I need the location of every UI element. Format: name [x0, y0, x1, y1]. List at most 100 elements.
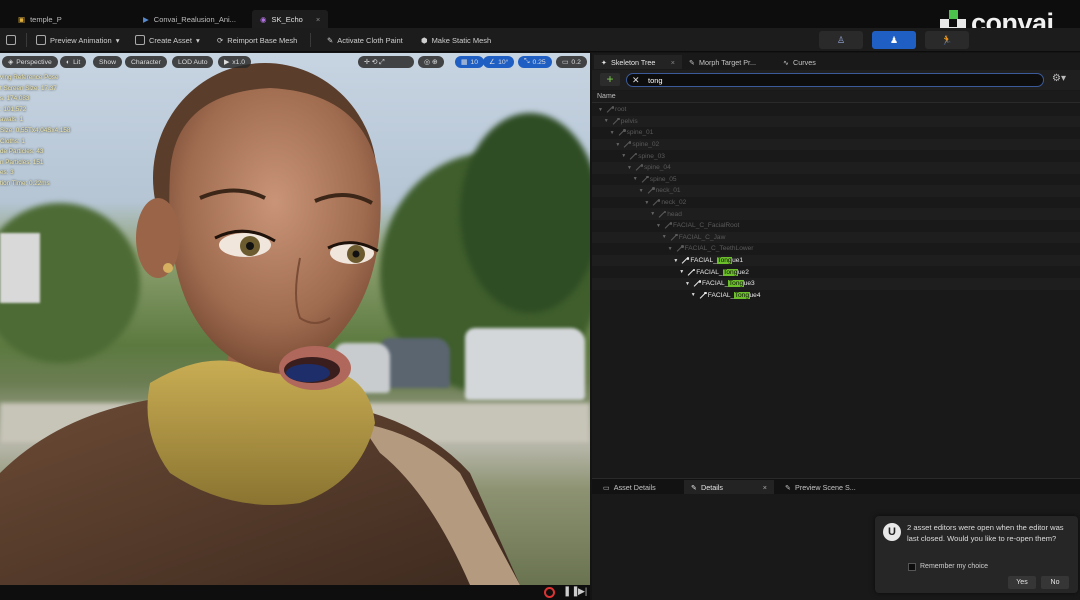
angle-snap-button[interactable]: ∠ 10°	[483, 56, 515, 68]
camera-speed-button[interactable]: ▭ 0.2	[556, 56, 587, 68]
activate-cloth-paint-button[interactable]: ✎ Activate Cloth Paint	[327, 33, 403, 47]
expand-arrow-icon[interactable]: ▼	[633, 176, 639, 182]
bone-node[interactable]: ▼ FACIAL_C_TeethLower	[668, 243, 754, 255]
expand-arrow-icon[interactable]: ▼	[673, 258, 679, 264]
next-frame-button[interactable]: ▶|	[578, 586, 587, 597]
tree-row[interactable]: ▼ spine_05	[592, 174, 1080, 186]
playback-speed-button[interactable]: ▶ x1.0	[218, 56, 252, 68]
expand-arrow-icon[interactable]: ▼	[662, 234, 668, 240]
create-asset-button[interactable]: Create Asset ▾	[135, 33, 200, 47]
stats-line: s: 174,083	[0, 95, 30, 103]
expand-arrow-icon[interactable]: ▼	[621, 153, 627, 159]
tree-row[interactable]: ▼ FACIAL_Tongue4	[592, 290, 1080, 302]
tab-curves[interactable]: ∿ Curves	[776, 55, 823, 69]
tree-row[interactable]: ▼ spine_01	[592, 127, 1080, 139]
tree-row[interactable]: ▼ pelvis	[592, 115, 1080, 128]
animation-mode-button[interactable]: 🏃	[925, 31, 969, 49]
bone-node[interactable]: ▼ spine_04	[627, 162, 671, 174]
tab-preview-scene-settings[interactable]: ✎ Preview Scene S...	[778, 480, 863, 494]
mesh-mode-button[interactable]: ♟	[872, 31, 916, 49]
tree-row[interactable]: ▼ root	[592, 104, 1080, 116]
scale-snap-button[interactable]: ⤡ 0.25	[518, 56, 552, 68]
lod-button[interactable]: LOD Auto	[172, 56, 214, 68]
show-button[interactable]: Show	[93, 56, 123, 68]
tab-asset-details[interactable]: ▭ Asset Details	[596, 480, 663, 494]
tab-sk-echo[interactable]: ◉ SK_Echo ×	[252, 10, 329, 28]
tab-skeleton-tree[interactable]: ✦ Skeleton Tree ×	[594, 55, 682, 69]
skeleton-mode-button[interactable]: ♙	[819, 31, 863, 49]
close-icon[interactable]: ×	[671, 58, 675, 67]
preview-animation-button[interactable]: Preview Animation ▾	[36, 33, 119, 47]
bone-node[interactable]: ▼ spine_05	[633, 174, 677, 186]
bone-node[interactable]: ▼ pelvis	[604, 116, 638, 128]
expand-arrow-icon[interactable]: ▼	[615, 142, 621, 148]
bone-label-suffix: ue4	[749, 291, 761, 299]
transform-tools[interactable]: ✛ ⟲ ⤢	[358, 56, 414, 68]
add-button[interactable]: +	[600, 73, 620, 86]
expand-arrow-icon[interactable]: ▼	[639, 188, 645, 194]
bone-node[interactable]: ▼ head	[650, 208, 682, 220]
viewport[interactable]: ◈ Perspective ◐ Lit Show Character LOD A…	[0, 53, 590, 585]
surface-snap-button[interactable]: ◎ ⊕	[418, 56, 444, 68]
clear-icon[interactable]: ✕	[632, 75, 644, 86]
expand-arrow-icon[interactable]: ▼	[610, 130, 616, 136]
bone-node[interactable]: ▼ spine_02	[615, 139, 659, 151]
no-button[interactable]: No	[1041, 576, 1069, 589]
tree-row[interactable]: ▼ head	[592, 208, 1080, 220]
tree-row[interactable]: ▼ neck_01	[592, 185, 1080, 197]
reimport-base-mesh-button[interactable]: ⟳ Reimport Base Mesh	[217, 33, 297, 47]
expand-arrow-icon[interactable]: ▼	[604, 118, 610, 124]
bone-node[interactable]: ▼ spine_01	[610, 127, 653, 139]
expand-arrow-icon[interactable]: ▼	[650, 211, 656, 217]
remember-checkbox[interactable]	[908, 563, 916, 571]
character-button[interactable]: Character	[125, 56, 167, 68]
tree-row[interactable]: ▼ FACIAL_C_TeethLower	[592, 243, 1080, 255]
save-button[interactable]	[6, 33, 16, 47]
tree-row[interactable]: ▼ FACIAL_C_Jaw	[592, 231, 1080, 244]
stats-line: ving Reference Pose	[0, 74, 59, 81]
search-input[interactable]: ✕ tong	[626, 73, 1044, 87]
tree-row[interactable]: ▼ FACIAL_C_FacialRoot	[592, 220, 1080, 232]
tree-row[interactable]: ▼ neck_02	[592, 197, 1080, 209]
tree-row[interactable]: ▼ spine_03	[592, 150, 1080, 162]
expand-arrow-icon[interactable]: ▼	[668, 246, 674, 252]
make-static-mesh-button[interactable]: ⬢ Make Static Mesh	[421, 33, 491, 47]
bone-node[interactable]: ▼ root	[598, 104, 626, 116]
tab-temple-p[interactable]: ▣ temple_P	[10, 10, 70, 28]
gear-icon[interactable]: ⚙▾	[1052, 73, 1066, 84]
tab-details[interactable]: ✎ Details ×	[684, 480, 774, 494]
grid-snap-button[interactable]: ▦ 10	[455, 56, 484, 68]
tab-morph-target-preview[interactable]: ✎ Morph Target Pr...	[682, 55, 763, 69]
expand-arrow-icon[interactable]: ▼	[644, 200, 650, 206]
yes-button[interactable]: Yes	[1008, 576, 1036, 589]
close-icon[interactable]: ×	[763, 483, 767, 492]
perspective-button[interactable]: ◈ Perspective	[2, 56, 58, 68]
tree-row[interactable]: ▼ FACIAL_Tongue3	[592, 278, 1080, 290]
preview-icon	[36, 35, 46, 45]
tree-row[interactable]: ▼ spine_04	[592, 162, 1080, 174]
expand-arrow-icon[interactable]: ▼	[679, 269, 685, 275]
bone-node[interactable]: ▼ neck_01	[639, 185, 681, 197]
expand-arrow-icon[interactable]: ▼	[656, 223, 662, 229]
tab-convai-animation[interactable]: ▶ Convai_Realusion_Ani...	[135, 10, 244, 28]
bone-label: head	[667, 211, 682, 218]
bone-node[interactable]: ▼ FACIAL_Tongue3	[685, 278, 755, 290]
tree-row[interactable]: ▼ spine_02	[592, 138, 1080, 151]
bone-node[interactable]: ▼ neck_02	[644, 197, 686, 209]
expand-arrow-icon[interactable]: ▼	[685, 281, 691, 287]
record-button[interactable]	[544, 587, 555, 598]
close-icon[interactable]: ×	[316, 15, 320, 24]
bone-node[interactable]: ▼ FACIAL_Tongue1	[673, 255, 743, 267]
bone-node[interactable]: ▼ FACIAL_Tongue2	[679, 266, 749, 278]
expand-arrow-icon[interactable]: ▼	[627, 165, 633, 171]
tab-label: Morph Target Pr...	[699, 57, 757, 67]
bone-node[interactable]: ▼ spine_03	[621, 150, 665, 162]
expand-arrow-icon[interactable]: ▼	[691, 292, 697, 298]
bone-node[interactable]: ▼ FACIAL_Tongue4	[691, 290, 761, 302]
bone-node[interactable]: ▼ FACIAL_C_FacialRoot	[656, 220, 739, 232]
expand-arrow-icon[interactable]: ▼	[598, 107, 604, 113]
bone-node[interactable]: ▼ FACIAL_C_Jaw	[662, 232, 725, 244]
lit-button[interactable]: ◐ Lit	[60, 56, 87, 68]
tree-row[interactable]: ▼ FACIAL_Tongue1	[592, 254, 1080, 267]
tree-row[interactable]: ▼ FACIAL_Tongue2	[592, 266, 1080, 278]
